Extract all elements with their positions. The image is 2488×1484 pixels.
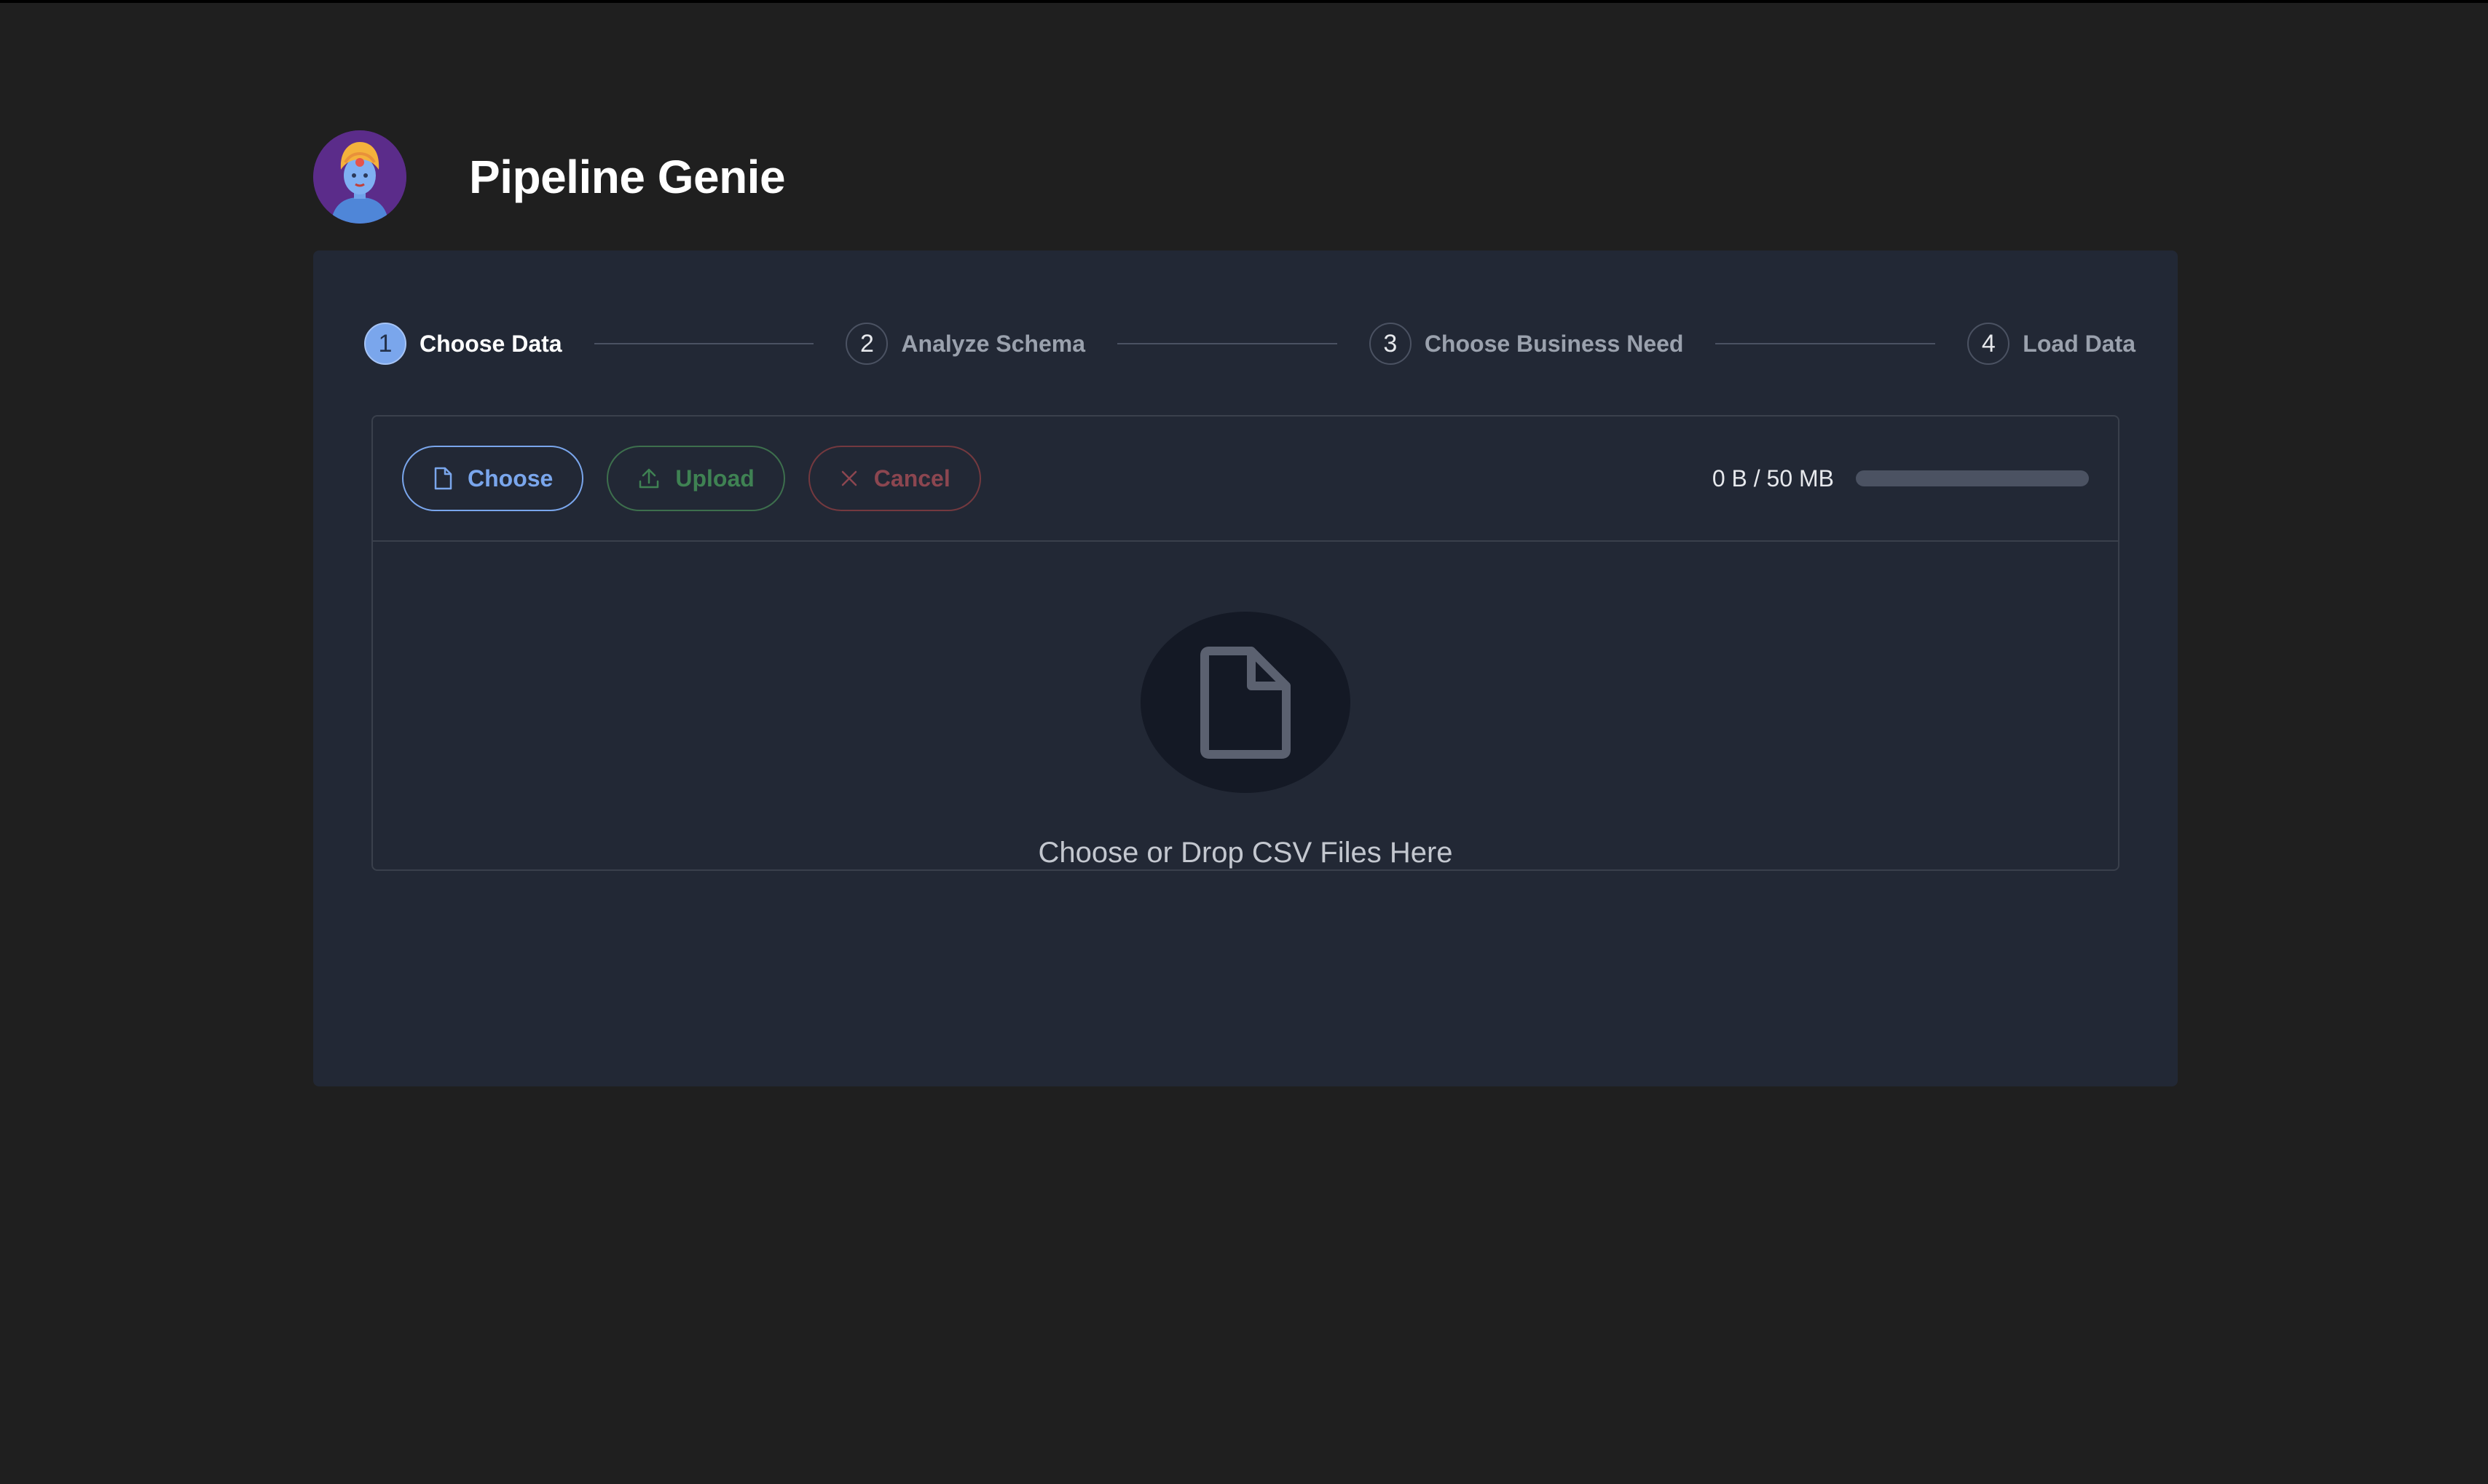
step-number: 3 xyxy=(1369,323,1412,365)
cancel-button[interactable]: Cancel xyxy=(808,446,981,511)
step-label: Load Data xyxy=(2023,330,2135,357)
upload-button[interactable]: Upload xyxy=(607,446,785,511)
step-number: 4 xyxy=(1967,323,2010,365)
step-connector xyxy=(1715,343,1936,344)
file-size-indicator: 0 B / 50 MB xyxy=(1712,465,1834,492)
step-label: Choose Data xyxy=(420,330,562,357)
step-number: 2 xyxy=(846,323,889,365)
genie-avatar-icon xyxy=(313,130,406,224)
top-border xyxy=(0,0,2488,3)
file-dropzone[interactable]: Choose or Drop CSV Files Here xyxy=(373,542,2118,869)
close-icon xyxy=(841,470,857,486)
app-title: Pipeline Genie xyxy=(469,151,786,203)
step-choose-business-need[interactable]: 3 Choose Business Need xyxy=(1369,323,1684,365)
step-label: Choose Business Need xyxy=(1424,330,1684,357)
choose-button-label: Choose xyxy=(468,465,554,492)
dropzone-icon-circle xyxy=(1141,612,1350,793)
file-uploader: Choose Upload Cancel 0 B / 50 MB Choose … xyxy=(371,415,2119,871)
step-connector xyxy=(1117,343,1337,344)
step-load-data[interactable]: 4 Load Data xyxy=(1967,323,2135,365)
upload-icon xyxy=(639,468,659,489)
dropzone-message: Choose or Drop CSV Files Here xyxy=(1038,837,1453,869)
stepper: 1 Choose Data 2 Analyze Schema 3 Choose … xyxy=(364,320,2135,367)
upload-button-label: Upload xyxy=(675,465,755,492)
choose-button[interactable]: Choose xyxy=(402,446,584,511)
upload-progress-bar xyxy=(1856,470,2089,486)
wizard-card: 1 Choose Data 2 Analyze Schema 3 Choose … xyxy=(313,250,2178,1086)
step-analyze-schema[interactable]: 2 Analyze Schema xyxy=(846,323,1085,365)
cancel-button-label: Cancel xyxy=(873,465,950,492)
step-connector xyxy=(594,343,814,344)
file-icon xyxy=(1200,646,1291,759)
step-label: Analyze Schema xyxy=(901,330,1085,357)
uploader-toolbar: Choose Upload Cancel 0 B / 50 MB xyxy=(373,417,2118,542)
app-header: Pipeline Genie xyxy=(313,130,786,224)
step-choose-data[interactable]: 1 Choose Data xyxy=(364,323,562,365)
step-number: 1 xyxy=(364,323,406,365)
file-icon xyxy=(434,467,452,490)
